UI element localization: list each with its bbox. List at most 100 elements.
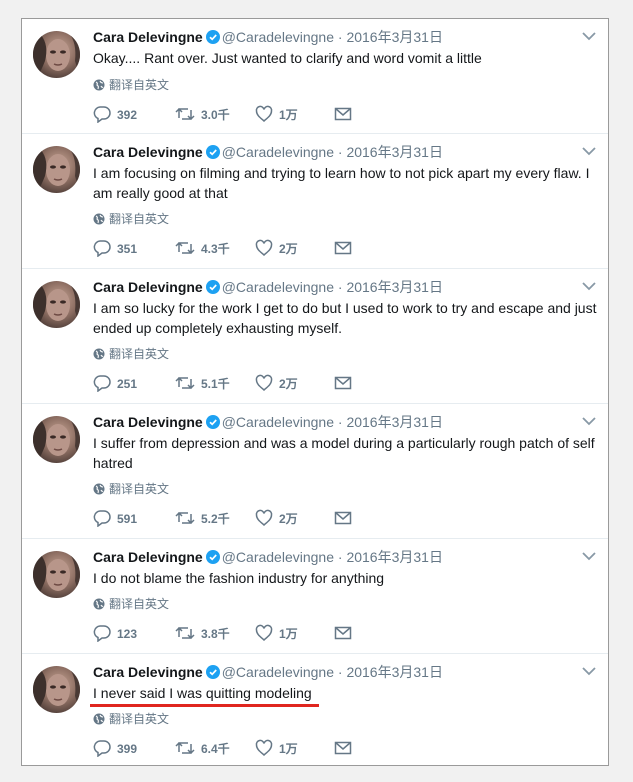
reply-icon [93,740,111,757]
author-handle[interactable]: @Caradelevingne [222,144,334,160]
retweet-button[interactable]: 4.3千 [175,239,230,259]
like-count: 1万 [279,108,298,122]
envelope-icon [334,626,352,640]
verified-badge-icon [205,145,220,159]
avatar[interactable] [33,416,80,463]
retweet-icon [175,626,195,640]
like-button[interactable]: 2万 [255,239,298,259]
message-button[interactable] [334,374,358,394]
author-name[interactable]: Cara Delevingne [93,664,203,680]
tweet-date[interactable]: 2016年3月31日 [346,279,443,295]
author-name[interactable]: Cara Delevingne [93,29,203,45]
tweet-text: I am focusing on filming and trying to l… [93,165,590,201]
author-handle[interactable]: @Caradelevingne [222,29,334,45]
reply-count: 399 [117,742,138,756]
tweet-item[interactable]: Cara Delevingne @Caradelevingne · 2016年3月… [22,19,608,134]
tweet-item[interactable]: Cara Delevingne @Caradelevingne · 2016年3月… [22,269,608,404]
reply-icon [93,625,111,642]
chevron-down-icon[interactable] [582,551,596,561]
tweet-item[interactable]: Cara Delevingne @Caradelevingne · 2016年3月… [22,404,608,539]
author-name[interactable]: Cara Delevingne [93,279,203,295]
verified-badge-icon [205,550,220,564]
reply-button[interactable]: 123 [93,624,137,644]
reply-icon [93,510,111,527]
retweet-icon [175,241,195,255]
heart-icon [255,239,273,256]
translate-link[interactable]: 翻译自英文 [93,77,169,93]
message-button[interactable] [334,739,358,759]
translate-label: 翻译自英文 [109,212,170,226]
tweet-header: Cara Delevingne @Caradelevingne · 2016年3月… [93,662,443,682]
tweet-date[interactable]: 2016年3月31日 [346,549,443,565]
retweet-count: 3.0千 [201,108,230,122]
translate-link[interactable]: 翻译自英文 [93,596,169,612]
author-handle[interactable]: @Caradelevingne [222,279,334,295]
avatar[interactable] [33,31,80,78]
retweet-button[interactable]: 3.8千 [175,624,230,644]
chevron-down-icon[interactable] [582,31,596,41]
retweet-button[interactable]: 5.2千 [175,509,230,529]
tweet-item[interactable]: Cara Delevingne @Caradelevingne · 2016年3月… [22,539,608,654]
separator: · [337,279,343,295]
author-handle[interactable]: @Caradelevingne [222,549,334,565]
avatar[interactable] [33,281,80,328]
verified-badge-icon [205,30,220,44]
like-button[interactable]: 1万 [255,105,298,125]
author-name[interactable]: Cara Delevingne [93,414,203,430]
message-button[interactable] [334,624,358,644]
reply-icon [93,240,111,257]
message-button[interactable] [334,239,358,259]
tweet-actions: 591 5.2千 2万 [93,509,393,529]
author-handle[interactable]: @Caradelevingne [222,664,334,680]
envelope-icon [334,241,352,255]
tweet-date[interactable]: 2016年3月31日 [346,414,443,430]
like-button[interactable]: 1万 [255,739,298,759]
avatar[interactable] [33,666,80,713]
translate-link[interactable]: 翻译自英文 [93,711,169,727]
reply-button[interactable]: 591 [93,509,137,529]
translate-label: 翻译自英文 [109,482,170,496]
message-button[interactable] [334,509,358,529]
reply-count: 351 [117,242,138,256]
tweet-date[interactable]: 2016年3月31日 [346,664,443,680]
reply-button[interactable]: 351 [93,239,137,259]
chevron-down-icon[interactable] [582,416,596,426]
retweet-button[interactable]: 5.1千 [175,374,230,394]
tweet-item[interactable]: Cara Delevingne @Caradelevingne · 2016年3月… [22,654,608,765]
like-button[interactable]: 2万 [255,374,298,394]
tweet-header: Cara Delevingne @Caradelevingne · 2016年3月… [93,412,443,432]
verified-badge-icon [205,665,220,679]
author-name[interactable]: Cara Delevingne [93,144,203,160]
tweet-item[interactable]: Cara Delevingne @Caradelevingne · 2016年3月… [22,134,608,269]
author-name[interactable]: Cara Delevingne [93,549,203,565]
like-button[interactable]: 1万 [255,624,298,644]
chevron-down-icon[interactable] [582,666,596,676]
avatar[interactable] [33,551,80,598]
chevron-down-icon[interactable] [582,281,596,291]
heart-icon [255,739,273,756]
separator: · [337,664,343,680]
retweet-button[interactable]: 3.0千 [175,105,230,125]
reply-button[interactable]: 399 [93,739,137,759]
avatar[interactable] [33,146,80,193]
like-button[interactable]: 2万 [255,509,298,529]
author-handle[interactable]: @Caradelevingne [222,414,334,430]
tweet-actions: 251 5.1千 2万 [93,374,393,394]
retweet-count: 4.3千 [201,242,230,256]
reply-button[interactable]: 392 [93,105,137,125]
envelope-icon [334,107,352,121]
retweet-button[interactable]: 6.4千 [175,739,230,759]
tweet-timeline: Cara Delevingne @Caradelevingne · 2016年3月… [21,18,609,766]
tweet-text: Okay.... Rant over. Just wanted to clari… [93,50,482,66]
translate-link[interactable]: 翻译自英文 [93,211,169,227]
tweet-date[interactable]: 2016年3月31日 [346,144,443,160]
reply-button[interactable]: 251 [93,374,137,394]
message-button[interactable] [334,105,358,125]
reply-count: 591 [117,512,138,526]
chevron-down-icon[interactable] [582,146,596,156]
heart-icon [255,105,273,122]
tweet-header: Cara Delevingne @Caradelevingne · 2016年3月… [93,27,443,47]
translate-link[interactable]: 翻译自英文 [93,481,169,497]
tweet-date[interactable]: 2016年3月31日 [346,29,443,45]
translate-link[interactable]: 翻译自英文 [93,346,169,362]
